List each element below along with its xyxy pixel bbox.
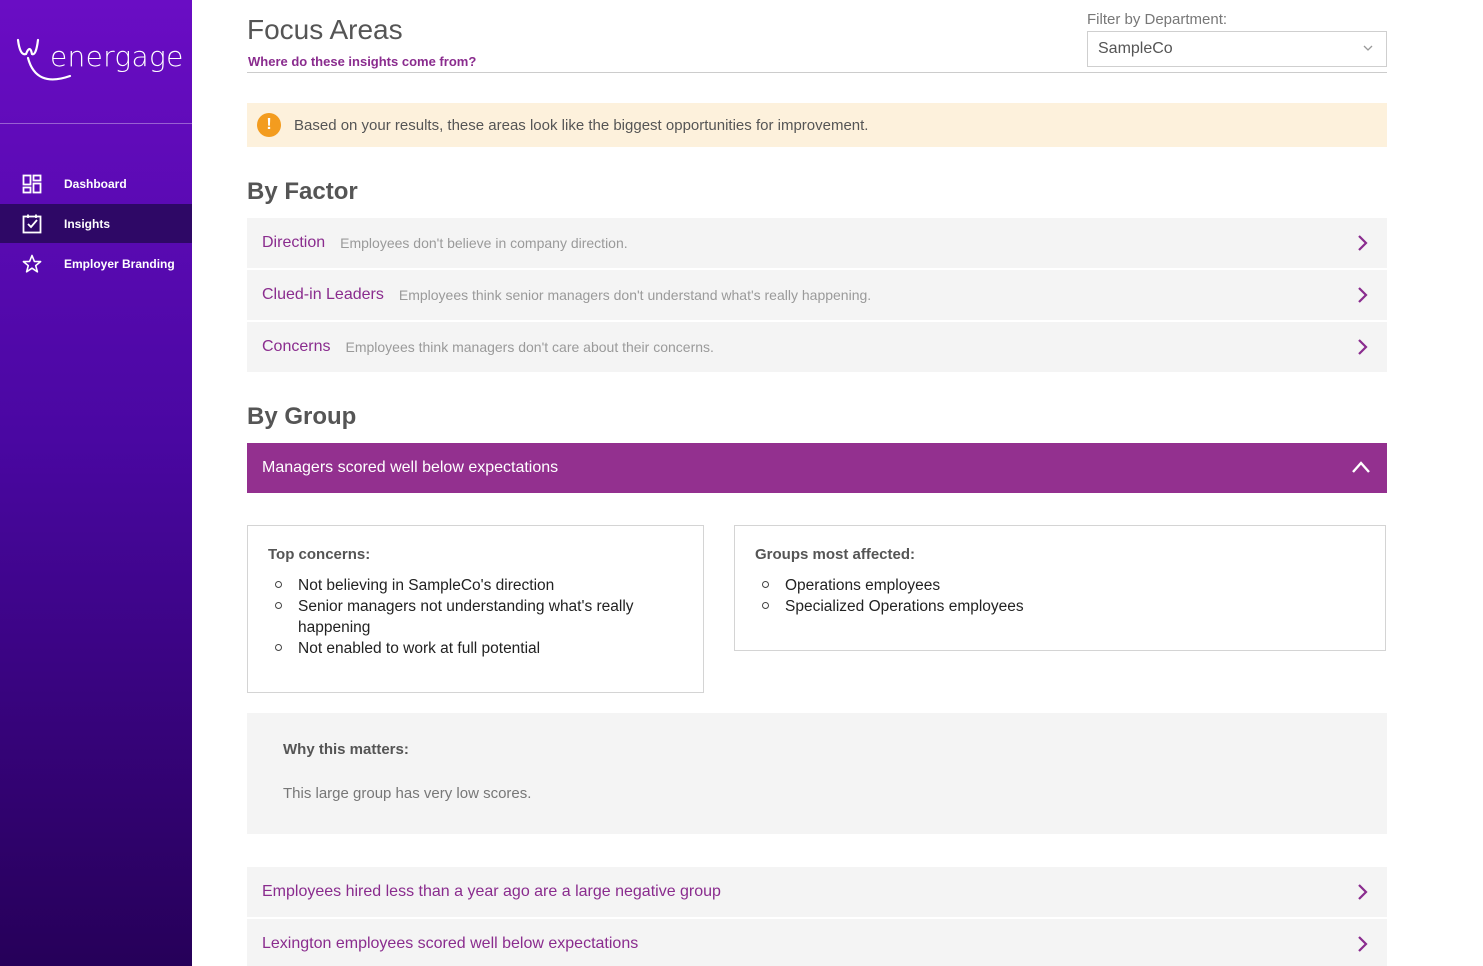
factor-description: Employees think managers don't care abou… [345, 339, 714, 355]
sidebar-divider [0, 123, 192, 124]
sidebar-item-dashboard[interactable]: Dashboard [0, 164, 192, 203]
factor-description: Employees think senior managers don't un… [398, 287, 872, 303]
factor-row-direction[interactable]: Direction Employees don't believe in com… [247, 218, 1387, 268]
factor-row-concerns[interactable]: Concerns Employees think managers don't … [247, 322, 1387, 372]
by-factor-heading: By Factor [247, 178, 358, 205]
list-item: Operations employees [755, 575, 1365, 596]
factor-name: Clued-in Leaders [262, 286, 384, 303]
alert-text: Based on your results, these areas look … [294, 116, 869, 134]
list-item: Specialized Operations employees [755, 596, 1365, 617]
sidebar: energage Dashboard Insights Employer Bra… [0, 0, 192, 966]
top-concerns-title: Top concerns: [268, 546, 371, 563]
groups-affected-card: Groups most affected: Operations employe… [734, 525, 1386, 651]
insights-source-link[interactable]: Where do these insights come from? [248, 54, 476, 69]
top-concerns-card: Top concerns: Not believing in SampleCo'… [247, 525, 704, 693]
header-divider [247, 72, 1387, 73]
app-root: energage Dashboard Insights Employer Bra… [0, 0, 1483, 966]
list-item: Senior managers not understanding what's… [268, 596, 638, 638]
sidebar-item-label: Insights [64, 216, 111, 231]
checkbox-icon [22, 214, 42, 234]
groups-affected-list: Operations employees Specialized Operati… [755, 575, 1365, 617]
group-row-lexington[interactable]: Lexington employees scored well below ex… [247, 919, 1387, 966]
factor-name: Direction [262, 234, 326, 251]
factor-description: Employees don't believe in company direc… [340, 235, 628, 251]
chevron-right-icon [1358, 884, 1368, 900]
groups-affected-title: Groups most affected: [755, 546, 916, 563]
factor-row-clued-in-leaders[interactable]: Clued-in Leaders Employees think senior … [247, 270, 1387, 320]
group-row-new-hires[interactable]: Employees hired less than a year ago are… [247, 867, 1387, 917]
filter-selected-value: SampleCo [1098, 40, 1173, 57]
chevron-down-icon [1363, 45, 1373, 51]
why-title: Why this matters: [283, 741, 409, 758]
sidebar-item-employer-branding[interactable]: Employer Branding [0, 244, 192, 283]
list-item: Not believing in SampleCo's direction [268, 575, 683, 596]
logo-text: energage [50, 40, 184, 73]
list-item: Not enabled to work at full potential [268, 638, 683, 659]
filter-label: Filter by Department: [1087, 11, 1228, 28]
why-text: This large group has very low scores. [283, 785, 532, 802]
dashboard-grid-icon [22, 174, 42, 194]
why-this-matters-panel: Why this matters: This large group has v… [247, 713, 1387, 834]
info-alert: ! Based on your results, these areas loo… [247, 103, 1387, 147]
department-filter-select[interactable]: SampleCo [1087, 31, 1387, 67]
sidebar-item-label: Employer Branding [64, 256, 175, 271]
star-icon [22, 254, 42, 274]
sidebar-item-label: Dashboard [64, 176, 127, 191]
page-title: Focus Areas [247, 14, 403, 45]
by-group-heading: By Group [247, 403, 357, 430]
group-title: Managers scored well below expectations [262, 459, 559, 476]
group-title: Lexington employees scored well below ex… [262, 935, 639, 952]
group-title: Employees hired less than a year ago are… [262, 883, 721, 900]
group-row-managers-expanded[interactable]: Managers scored well below expectations [247, 443, 1387, 493]
chevron-right-icon [1358, 339, 1368, 355]
energage-logo[interactable]: energage [14, 26, 184, 90]
chevron-right-icon [1358, 287, 1368, 303]
chevron-up-icon [1352, 461, 1370, 473]
chevron-right-icon [1358, 235, 1368, 251]
chevron-right-icon [1358, 936, 1368, 952]
sidebar-item-insights[interactable]: Insights [0, 204, 192, 243]
exclamation-icon: ! [257, 113, 281, 137]
factor-name: Concerns [262, 338, 331, 355]
top-concerns-list: Not believing in SampleCo's direction Se… [268, 575, 683, 659]
